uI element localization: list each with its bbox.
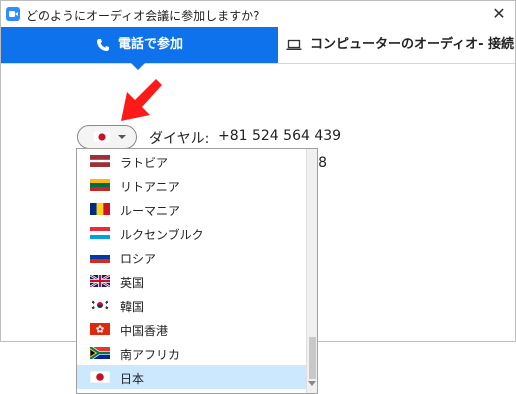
dial-label: ダイヤル: [149,131,210,147]
list-item[interactable]: 韓国 [77,293,306,317]
dial-number: +81 524 564 439 [218,128,342,144]
list-item-label: 日本 [120,372,145,386]
flag-latvia-icon [90,155,110,167]
scrollbar-thumb[interactable] [309,337,316,379]
window-title: どのようにオーディオ会議に参加しますか? [26,9,260,23]
flag-lithuania-icon [90,179,110,191]
flag-japan-icon [90,371,110,383]
list-item-label: ロシア [120,252,157,266]
country-selector-button[interactable] [77,125,137,149]
list-item-label: ラトビア [120,156,169,170]
list-item-label: リトアニア [120,180,180,194]
red-arrow-annotation-icon [121,79,162,121]
tab-phone[interactable]: 電話で参加 [1,27,278,63]
active-tab-indicator [131,63,145,70]
list-item[interactable]: リトアニア [77,173,306,197]
chevron-down-icon [118,135,126,139]
tab-computer-audio-label: コンピューターのオーディオ- 接続さ… [310,37,515,52]
list-item[interactable]: ラトビア [77,149,306,173]
list-item[interactable]: ルクセンブルク [77,221,306,245]
flag-romania-icon [90,203,110,215]
scroll-down-arrow-icon[interactable] [308,381,316,386]
phone-icon [96,38,109,51]
list-item-label: 中国香港 [120,324,169,338]
list-item[interactable]: 南アフリカ [77,341,306,365]
laptop-icon [286,39,302,50]
flag-south-africa-icon [90,347,110,359]
list-item-label: 英国 [120,276,145,290]
country-dropdown-list[interactable]: ラトビア リトアニア ルーマニア ルクセンブルク ロシア 英国 韓国 中国香港 … [76,148,318,394]
title-bar: どのようにオーディオ会議に参加しますか? ✕ [1,1,515,27]
flag-japan-icon [93,131,111,143]
flag-hongkong-icon [90,323,110,335]
zoom-app-icon [6,7,20,21]
list-item-label: ルーマニア [120,204,181,218]
list-item-label: 南アフリカ [120,348,181,362]
list-item[interactable]: ロシア [77,245,306,269]
list-item[interactable]: ルーマニア [77,197,306,221]
list-item-label: ルクセンブルク [120,228,204,242]
flag-uk-icon [90,275,110,287]
close-button[interactable]: ✕ [487,3,511,25]
flag-luxembourg-icon [90,227,110,239]
tab-bar: 電話で参加 コンピューターのオーディオ- 接続さ… [1,27,515,64]
list-item[interactable]: 中国香港 [77,317,306,341]
list-item[interactable]: 英国 [77,269,306,293]
tab-phone-label: 電話で参加 [117,37,183,52]
flag-russia-icon [90,251,110,263]
dropdown-scrollbar[interactable] [306,149,317,393]
flag-korea-icon [90,299,110,311]
list-item-label: 韓国 [120,300,145,314]
list-item-selected[interactable]: 日本 [77,365,306,389]
tab-computer-audio[interactable]: コンピューターのオーディオ- 接続さ… [278,27,515,63]
